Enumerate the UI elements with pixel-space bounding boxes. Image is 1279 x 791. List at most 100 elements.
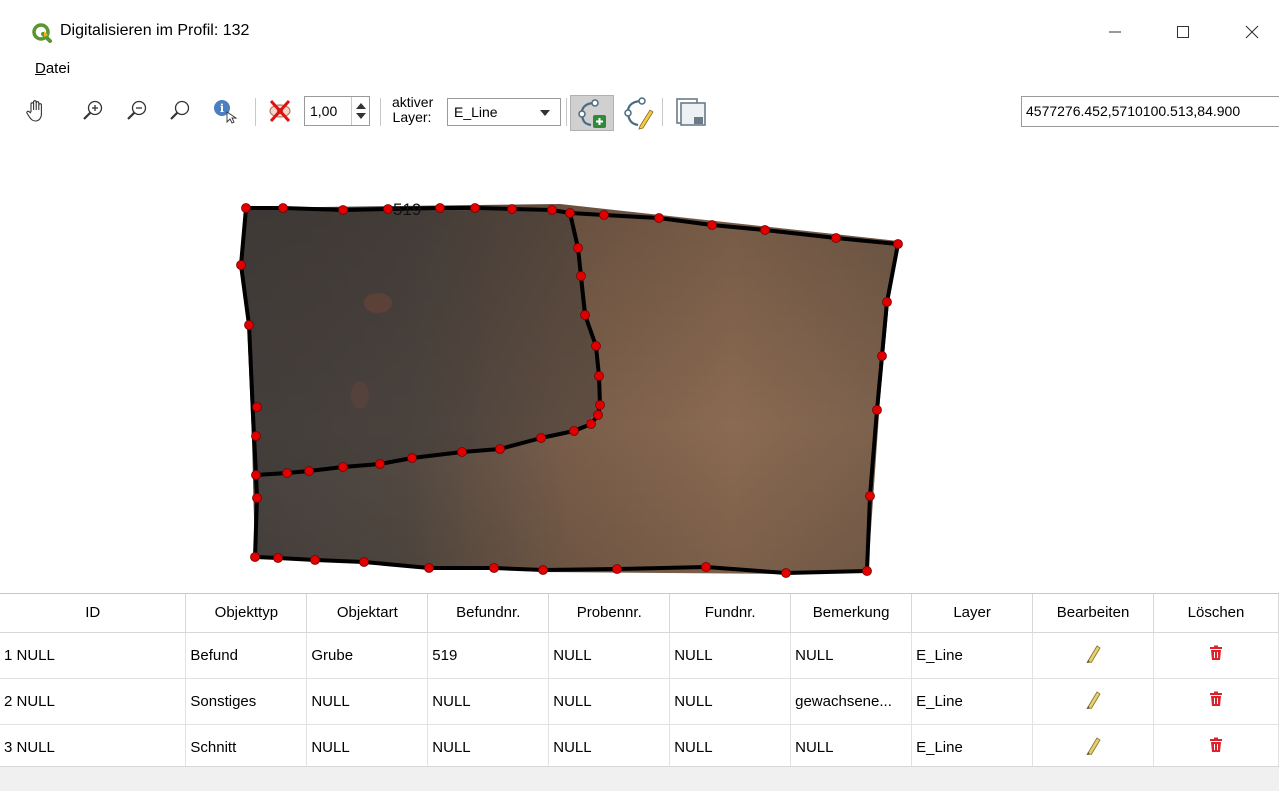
cell-fundnr[interactable]: NULL (669, 632, 792, 679)
cell-id[interactable]: 3 NULL (0, 724, 187, 771)
vertex (595, 400, 605, 410)
column-header[interactable]: Fundnr. (669, 594, 792, 633)
identify-icon: i (214, 100, 238, 124)
vertex (538, 565, 548, 575)
vertex (547, 205, 557, 215)
zoom-in-button[interactable] (78, 96, 108, 126)
cell-layer[interactable]: E_Line (911, 724, 1034, 771)
vertex (250, 552, 260, 562)
menu-bar: Datei (0, 56, 1279, 84)
maximize-button[interactable] (1160, 14, 1206, 50)
delete-button[interactable] (1153, 632, 1279, 679)
layer-combobox[interactable]: E_Line (447, 98, 561, 126)
vertex (252, 493, 262, 503)
edit-button[interactable] (1032, 724, 1154, 771)
vertex (565, 208, 575, 218)
cell-id[interactable]: 1 NULL (0, 632, 187, 679)
toolbar-separator (662, 98, 663, 126)
cell-id[interactable]: 2 NULL (0, 678, 187, 725)
identify-button[interactable]: i (210, 96, 240, 126)
add-feature-button[interactable] (570, 95, 614, 131)
map-canvas[interactable]: 519 (0, 140, 1279, 592)
vertex (831, 233, 841, 243)
vertex (383, 204, 393, 214)
cell-befundnr[interactable]: NULL (427, 678, 550, 725)
delete-button[interactable] (1153, 678, 1279, 725)
vertex-edit-button[interactable] (620, 96, 656, 130)
cell-bemerkung[interactable]: NULL (790, 724, 913, 771)
transparency-spinbox[interactable]: 1,00 (304, 96, 370, 126)
column-header[interactable]: Befundnr. (427, 594, 550, 633)
cell-layer[interactable]: E_Line (911, 632, 1034, 679)
vertex (882, 297, 892, 307)
cell-befundnr[interactable]: NULL (427, 724, 550, 771)
cell-fundnr[interactable]: NULL (669, 724, 792, 771)
table-row[interactable]: 3 NULL Schnitt NULL NULL NULL NULL NULL … (0, 724, 1279, 771)
vertex (781, 568, 791, 578)
spin-down-icon[interactable] (356, 113, 366, 119)
cell-bemerkung[interactable]: NULL (790, 632, 913, 679)
trash-icon (1210, 737, 1222, 752)
coordinate-display[interactable]: 4577276.452,5710100.513,84.900 (1021, 96, 1279, 127)
vertex (862, 566, 872, 576)
vertex (594, 371, 604, 381)
save-edits-icon (676, 98, 706, 126)
cell-fundnr[interactable]: NULL (669, 678, 792, 725)
vertex (435, 203, 445, 213)
cell-objektart[interactable]: Grube (306, 632, 429, 679)
column-header[interactable]: Layer (911, 594, 1034, 633)
cell-probennr[interactable]: NULL (548, 724, 671, 771)
vertex (252, 402, 262, 412)
table-header-row: ID Objekttyp Objektart Befundnr. Probenn… (0, 594, 1279, 633)
cell-objekttyp[interactable]: Befund (185, 632, 308, 679)
cell-objektart[interactable]: NULL (306, 724, 429, 771)
table-row[interactable]: 2 NULL Sonstiges NULL NULL NULL NULL gew… (0, 678, 1279, 725)
menu-datei[interactable]: Datei (35, 60, 70, 77)
table-row[interactable]: 1 NULL Befund Grube 519 NULL NULL NULL E… (0, 632, 1279, 679)
cell-layer[interactable]: E_Line (911, 678, 1034, 725)
vertex (654, 213, 664, 223)
vertex (576, 271, 586, 281)
coordinate-value: 4577276.452,5710100.513,84.900 (1026, 103, 1241, 119)
column-header[interactable]: ID (0, 594, 187, 633)
spin-up-icon[interactable] (356, 103, 366, 109)
zoom-full-button[interactable] (165, 96, 195, 126)
vertex (507, 204, 517, 214)
column-header[interactable]: Objektart (306, 594, 429, 633)
column-header[interactable]: Probennr. (548, 594, 671, 633)
vertex (457, 447, 467, 457)
close-icon (1245, 25, 1259, 39)
edit-button[interactable] (1032, 632, 1154, 679)
active-layer-label-text: aktiver Layer: (392, 94, 434, 125)
cell-bemerkung[interactable]: gewachsene... (790, 678, 913, 725)
vertex (359, 557, 369, 567)
zoom-out-button[interactable] (122, 96, 152, 126)
close-button[interactable] (1229, 14, 1275, 50)
visibility-toggle-button[interactable] (265, 96, 295, 126)
cell-objekttyp[interactable]: Sonstiges (185, 678, 308, 725)
toolbar-separator (566, 98, 567, 126)
spin-arrows[interactable] (351, 97, 369, 125)
cell-objekttyp[interactable]: Schnitt (185, 724, 308, 771)
save-edits-button[interactable] (672, 94, 708, 130)
vertex (591, 341, 601, 351)
table-footer (0, 766, 1279, 791)
column-header[interactable]: Bearbeiten (1032, 594, 1154, 633)
zoom-out-icon (127, 100, 147, 120)
minimize-button[interactable] (1092, 14, 1138, 50)
svg-text:i: i (220, 102, 224, 115)
cell-befundnr[interactable]: 519 (427, 632, 550, 679)
edit-button[interactable] (1032, 678, 1154, 725)
cell-probennr[interactable]: NULL (548, 632, 671, 679)
delete-button[interactable] (1153, 724, 1279, 771)
cell-objektart[interactable]: NULL (306, 678, 429, 725)
title-bar: Digitalisieren im Profil: 132 (0, 0, 1279, 56)
column-header[interactable]: Löschen (1153, 594, 1279, 633)
vertex (893, 239, 903, 249)
column-header[interactable]: Bemerkung (790, 594, 913, 633)
profile-drawing[interactable] (0, 140, 1279, 592)
pan-hand-icon (26, 100, 42, 122)
cell-probennr[interactable]: NULL (548, 678, 671, 725)
column-header[interactable]: Objekttyp (185, 594, 308, 633)
pan-button[interactable] (21, 96, 51, 126)
